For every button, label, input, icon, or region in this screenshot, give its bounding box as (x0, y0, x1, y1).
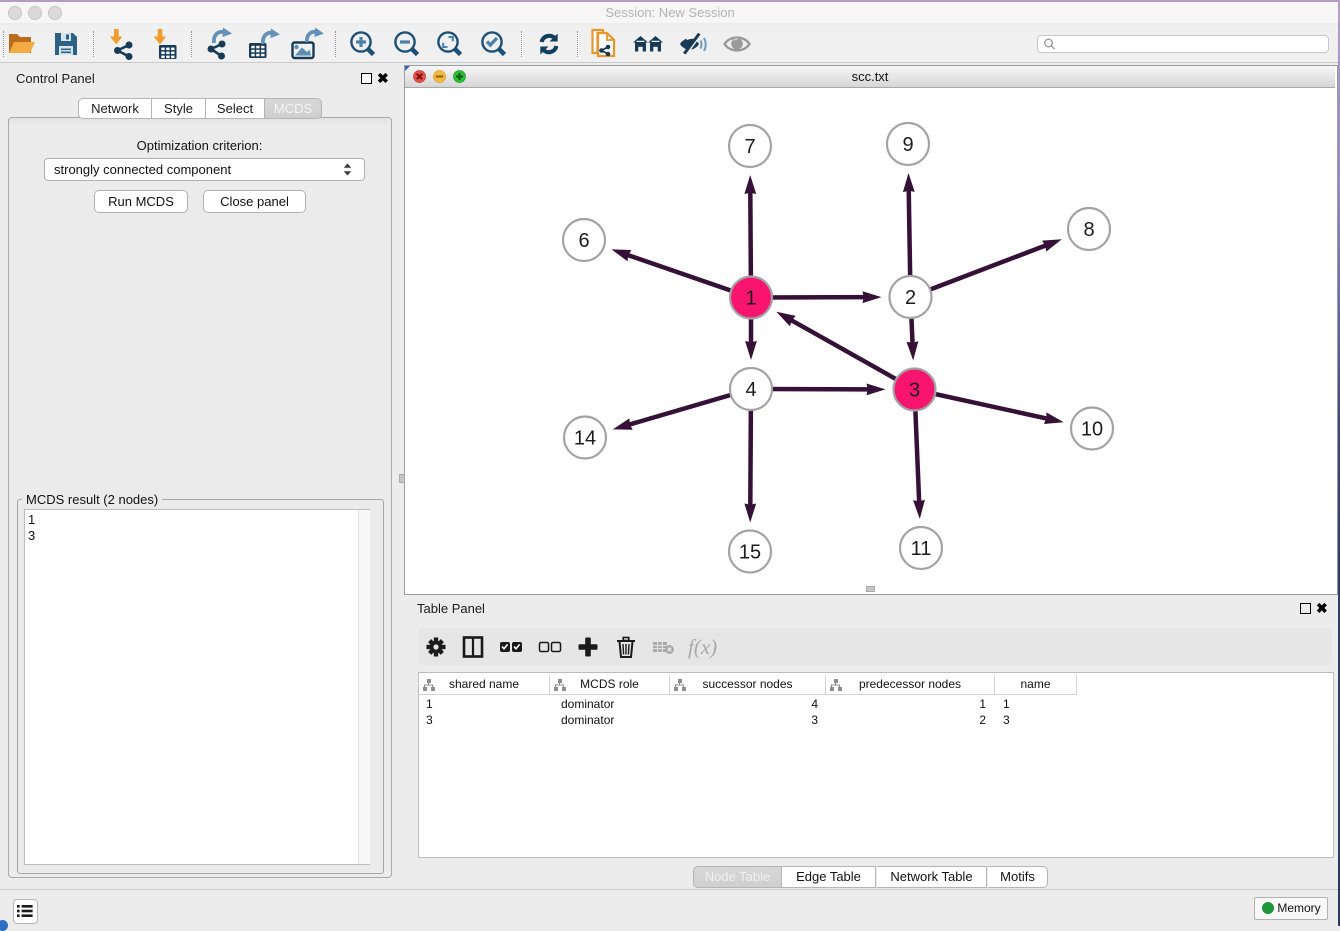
svg-text:f(x): f(x) (688, 635, 717, 659)
svg-text:14: 14 (574, 428, 596, 450)
svg-text:7: 7 (744, 136, 755, 158)
svg-text:9: 9 (902, 134, 913, 156)
svg-text:1: 1 (745, 288, 756, 310)
svg-text:15: 15 (739, 542, 761, 564)
svg-text:4: 4 (745, 379, 756, 401)
svg-text:3: 3 (909, 380, 920, 402)
svg-text:8: 8 (1083, 219, 1094, 241)
svg-text:2: 2 (905, 287, 916, 309)
svg-text:10: 10 (1081, 419, 1103, 441)
svg-text:11: 11 (911, 538, 932, 560)
svg-text:6: 6 (578, 230, 589, 252)
